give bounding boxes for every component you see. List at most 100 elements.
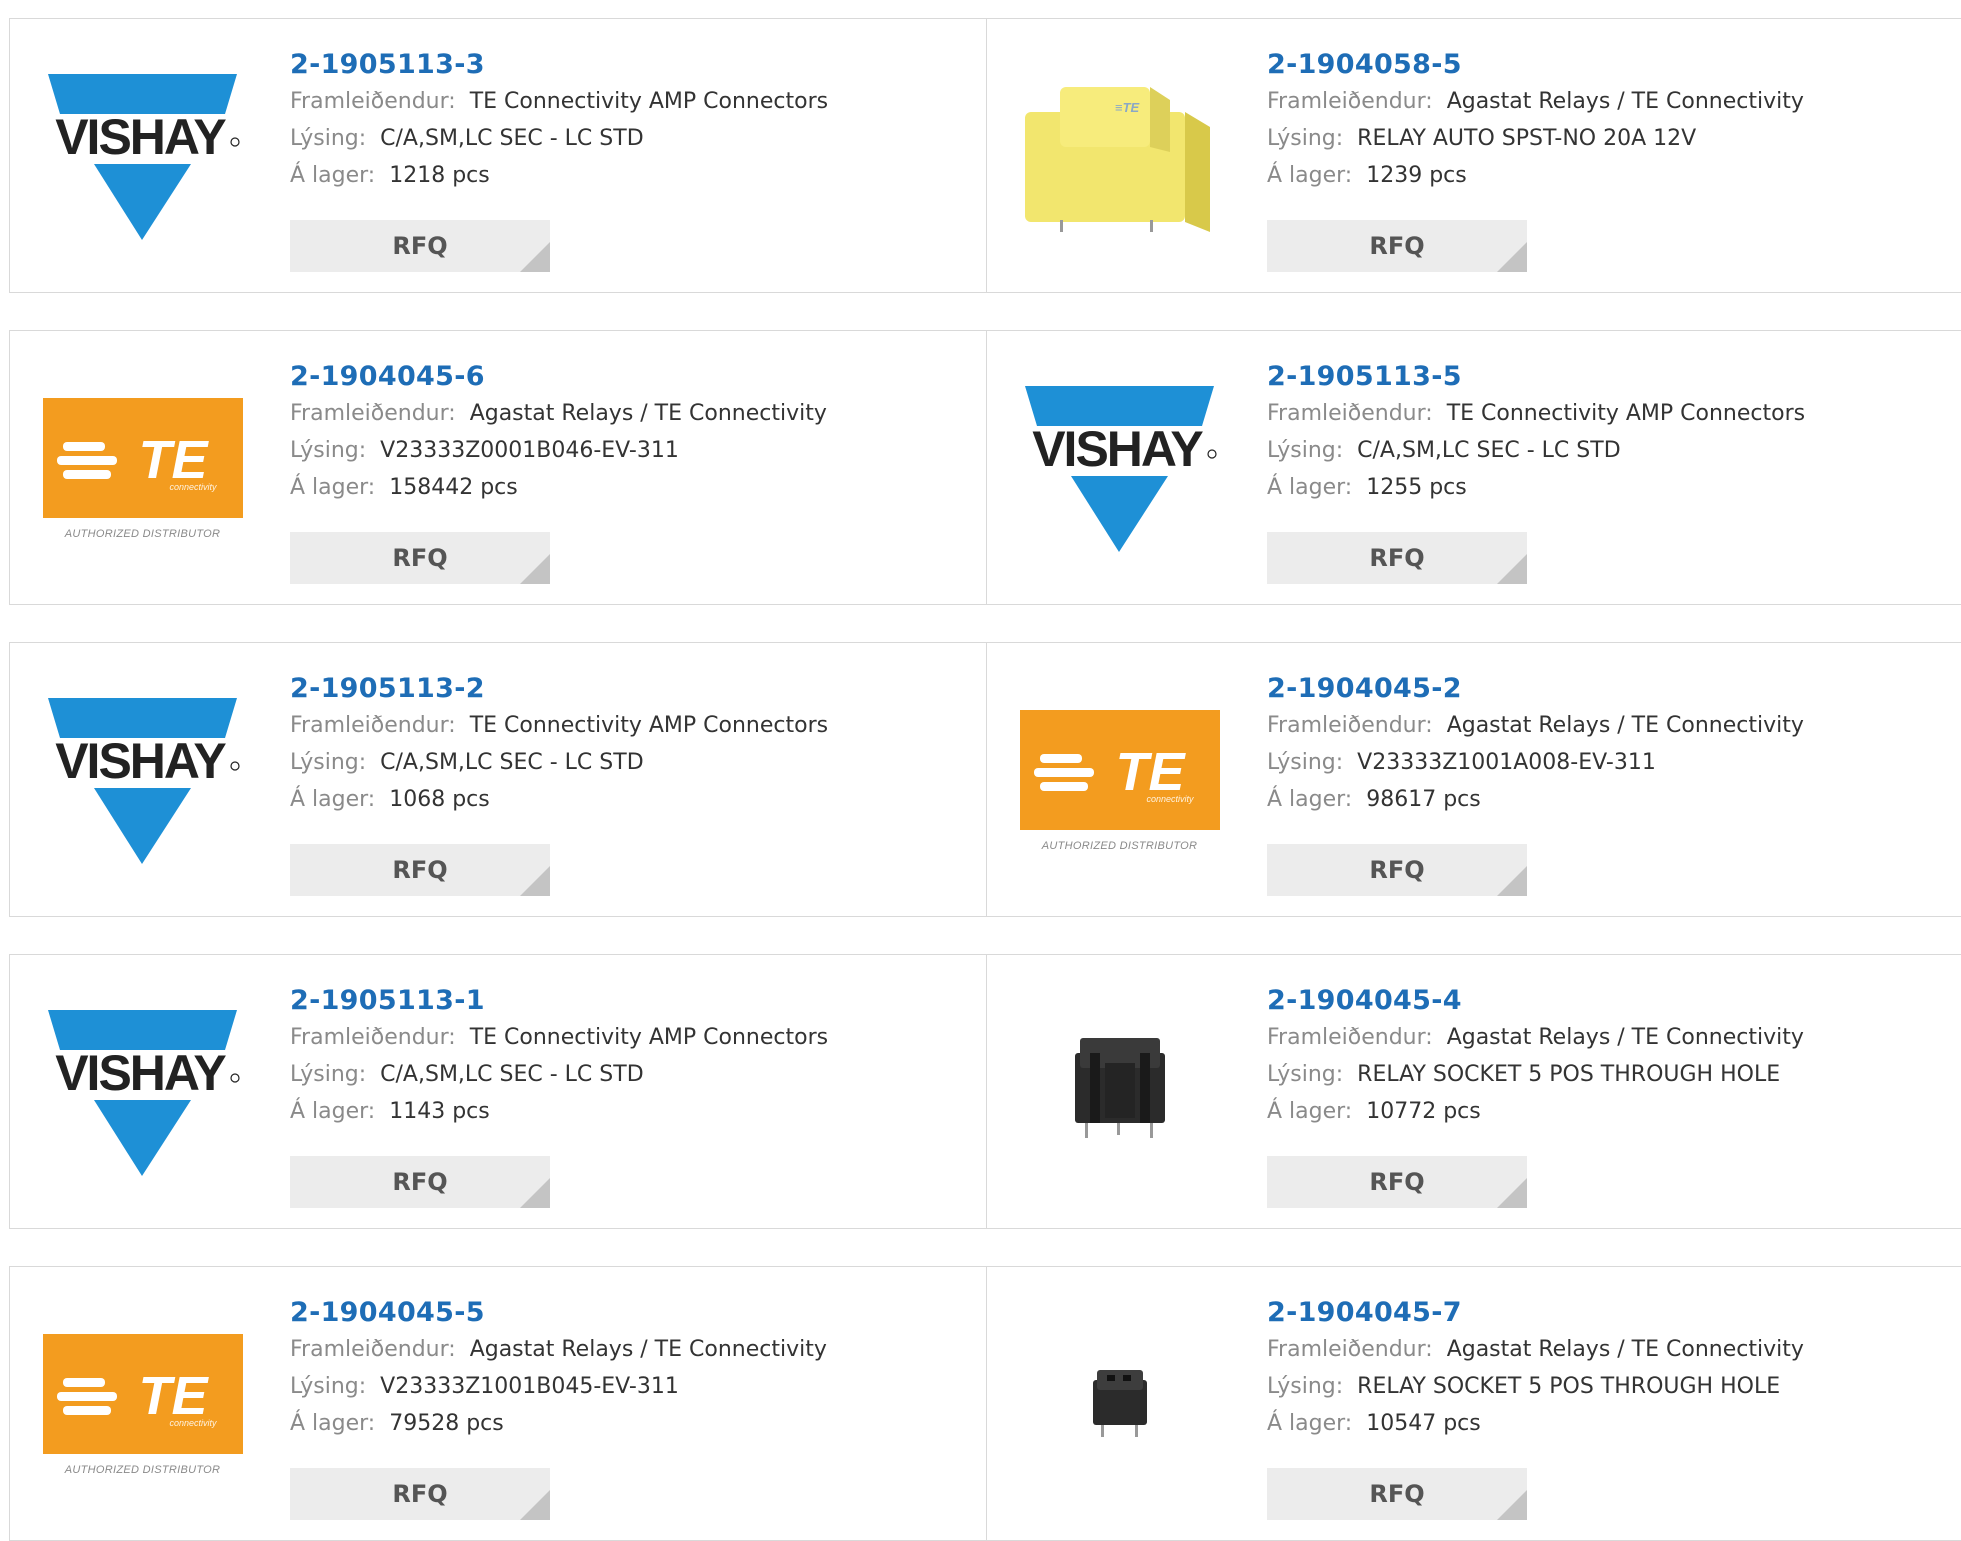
manufacturer-label: Framleiðendur: (290, 713, 456, 738)
part-number-link[interactable]: 2-1905113-3 (290, 47, 970, 83)
corner-fold-icon (1497, 1490, 1527, 1520)
product-card: 2-1904045-4 Framleiðendur: Agastat Relays … (987, 954, 1961, 1229)
manufacturer-value: Agastat Relays / TE Connectivity (1446, 1337, 1804, 1362)
stock-label: Á lager: (290, 163, 376, 188)
stock-row: Á lager: 10547 pcs (1267, 1405, 1947, 1442)
description-value: V23333Z1001B045-EV-311 (380, 1374, 679, 1399)
description-label: Lýsing: (1267, 750, 1344, 775)
description-label: Lýsing: (290, 750, 367, 775)
te-logo: TE connectivity AUTHORIZED DISTRIBUTOR (42, 1333, 243, 1476)
description-value: C/A,SM,LC SEC - LC STD (380, 126, 644, 151)
manufacturer-value: TE Connectivity AMP Connectors (1446, 401, 1806, 426)
rfq-button[interactable]: RFQ (290, 1156, 550, 1208)
manufacturer-row: Framleiðendur: TE Connectivity AMP Connec… (1267, 395, 1947, 432)
rfq-button[interactable]: RFQ (1267, 532, 1527, 584)
rfq-button-label: RFQ (1369, 1480, 1425, 1508)
vishay-logo-text: VISHAY (1032, 421, 1203, 477)
manufacturer-row: Framleiðendur: Agastat Relays / TE Connec… (1267, 1019, 1947, 1056)
product-info: 2-1904045-4 Framleiðendur: Agastat Relays … (1267, 983, 1947, 1130)
product-image[interactable]: TE connectivity AUTHORIZED DISTRIBUTOR (1017, 683, 1222, 878)
rfq-button-label: RFQ (392, 1168, 448, 1196)
description-row: Lýsing: V23333Z0001B046-EV-311 (290, 432, 970, 469)
description-label: Lýsing: (290, 438, 367, 463)
rfq-button-label: RFQ (392, 544, 448, 572)
stock-row: Á lager: 1068 pcs (290, 781, 970, 818)
manufacturer-row: Framleiðendur: TE Connectivity AMP Connec… (290, 1019, 970, 1056)
manufacturer-row: Framleiðendur: Agastat Relays / TE Connec… (1267, 83, 1947, 120)
description-row: Lýsing: RELAY SOCKET 5 POS THROUGH HOLE (1267, 1056, 1947, 1093)
rfq-button-label: RFQ (392, 1480, 448, 1508)
manufacturer-label: Framleiðendur: (1267, 89, 1433, 114)
manufacturer-row: Framleiðendur: Agastat Relays / TE Connec… (1267, 707, 1947, 744)
stock-value: 98617 pcs (1366, 787, 1481, 812)
stock-value: 79528 pcs (389, 1411, 504, 1436)
part-number-link[interactable]: 2-1904045-6 (290, 359, 970, 395)
part-number-link[interactable]: 2-1904045-4 (1267, 983, 1947, 1019)
stock-value: 1239 pcs (1366, 163, 1467, 188)
rfq-button[interactable]: RFQ (290, 532, 550, 584)
product-info: 2-1905113-2 Framleiðendur: TE Connectivity… (290, 671, 970, 818)
product-card: TE connectivity AUTHORIZED DISTRIBUTOR 2… (987, 642, 1961, 917)
product-image[interactable]: VISHAY (40, 59, 245, 254)
stock-label: Á lager: (1267, 1099, 1353, 1124)
manufacturer-label: Framleiðendur: (1267, 401, 1433, 426)
description-row: Lýsing: C/A,SM,LC SEC - LC STD (290, 744, 970, 781)
manufacturer-label: Framleiðendur: (290, 89, 456, 114)
stock-row: Á lager: 1255 pcs (1267, 469, 1947, 506)
product-card: 2-1904045-7 Framleiðendur: Agastat Relays … (987, 1266, 1961, 1541)
product-image[interactable]: VISHAY (40, 995, 245, 1190)
authorized-distributor-label: AUTHORIZED DISTRIBUTOR (1041, 839, 1198, 852)
rfq-button[interactable]: RFQ (1267, 844, 1527, 896)
rfq-button[interactable]: RFQ (1267, 1468, 1527, 1520)
rfq-button-label: RFQ (1369, 232, 1425, 260)
stock-row: Á lager: 10772 pcs (1267, 1093, 1947, 1130)
part-number-link[interactable]: 2-1904045-5 (290, 1295, 970, 1331)
product-card: ≡TE 2-1904058-5 Framleiðendur: Agastat Rel… (987, 18, 1961, 293)
part-number-link[interactable]: 2-1904045-7 (1267, 1295, 1947, 1331)
stock-label: Á lager: (1267, 787, 1353, 812)
product-card: VISHAY 2-1905113-5 Framleiðendur: TE Conne… (987, 330, 1961, 605)
product-image[interactable]: TE connectivity AUTHORIZED DISTRIBUTOR (40, 1307, 245, 1502)
product-card: VISHAY 2-1905113-1 Framleiðendur: TE Conne… (9, 954, 987, 1229)
rfq-button[interactable]: RFQ (1267, 1156, 1527, 1208)
description-label: Lýsing: (1267, 1374, 1344, 1399)
stock-value: 158442 pcs (389, 475, 518, 500)
rfq-button[interactable]: RFQ (1267, 220, 1527, 272)
product-image[interactable] (1017, 995, 1222, 1190)
part-number-link[interactable]: 2-1905113-5 (1267, 359, 1947, 395)
description-row: Lýsing: C/A,SM,LC SEC - LC STD (290, 120, 970, 157)
manufacturer-row: Framleiðendur: TE Connectivity AMP Connec… (290, 83, 970, 120)
svg-text:≡TE: ≡TE (1115, 100, 1140, 115)
description-row: Lýsing: C/A,SM,LC SEC - LC STD (1267, 432, 1947, 469)
part-number-link[interactable]: 2-1905113-1 (290, 983, 970, 1019)
product-card: VISHAY 2-1905113-2 Framleiðendur: TE Conne… (9, 642, 987, 917)
rfq-button[interactable]: RFQ (290, 844, 550, 896)
description-row: Lýsing: RELAY SOCKET 5 POS THROUGH HOLE (1267, 1368, 1947, 1405)
stock-row: Á lager: 1218 pcs (290, 157, 970, 194)
part-number-link[interactable]: 2-1904058-5 (1267, 47, 1947, 83)
manufacturer-value: TE Connectivity AMP Connectors (469, 713, 829, 738)
rfq-button[interactable]: RFQ (290, 1468, 550, 1520)
product-image[interactable]: VISHAY (40, 683, 245, 878)
rfq-button[interactable]: RFQ (290, 220, 550, 272)
manufacturer-label: Framleiðendur: (1267, 1337, 1433, 1362)
description-value: C/A,SM,LC SEC - LC STD (1357, 438, 1621, 463)
part-number-link[interactable]: 2-1905113-2 (290, 671, 970, 707)
manufacturer-value: Agastat Relays / TE Connectivity (1446, 713, 1804, 738)
corner-fold-icon (520, 866, 550, 896)
product-image[interactable]: TE connectivity AUTHORIZED DISTRIBUTOR (40, 371, 245, 566)
product-card: VISHAY 2-1905113-3 Framleiðendur: TE Conne… (9, 18, 987, 293)
product-image[interactable] (1017, 1307, 1222, 1502)
rfq-button-label: RFQ (392, 856, 448, 884)
manufacturer-row: Framleiðendur: Agastat Relays / TE Connec… (290, 395, 970, 432)
product-info: 2-1904045-6 Framleiðendur: Agastat Relays … (290, 359, 970, 506)
product-image[interactable]: ≡TE (1017, 59, 1222, 254)
stock-label: Á lager: (1267, 163, 1353, 188)
stock-value: 1068 pcs (389, 787, 490, 812)
part-number-link[interactable]: 2-1904045-2 (1267, 671, 1947, 707)
vishay-logo-text: VISHAY (55, 109, 226, 165)
product-image[interactable]: VISHAY (1017, 371, 1222, 566)
stock-row: Á lager: 79528 pcs (290, 1405, 970, 1442)
description-value: RELAY AUTO SPST-NO 20A 12V (1357, 126, 1697, 151)
description-value: RELAY SOCKET 5 POS THROUGH HOLE (1357, 1374, 1781, 1399)
